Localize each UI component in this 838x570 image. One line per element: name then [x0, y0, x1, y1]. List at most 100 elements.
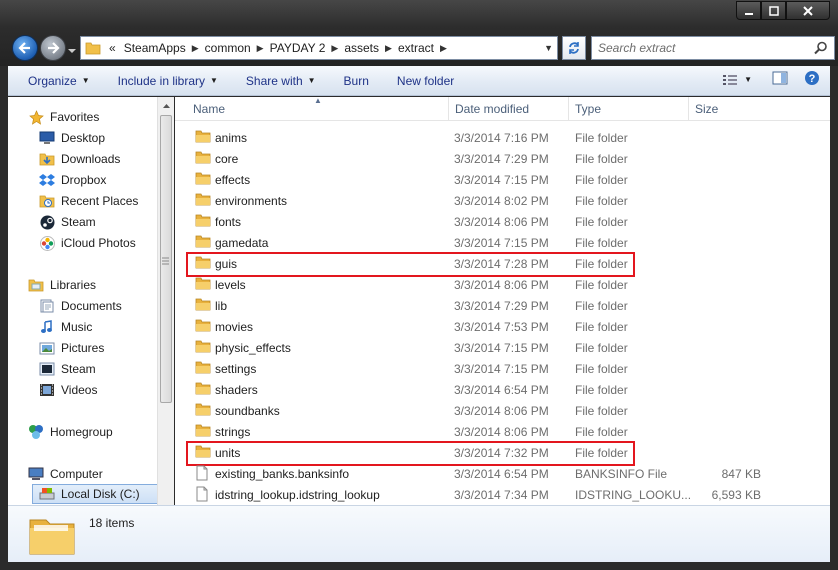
file-type: File folder [575, 214, 628, 229]
item-count: 18 items [89, 516, 135, 530]
file-type: File folder [575, 361, 628, 376]
file-name: units [215, 445, 241, 460]
star-icon [28, 109, 44, 125]
nav-item-local-disk[interactable]: Local Disk (C:) [32, 484, 157, 504]
nav-item-music[interactable]: Music [39, 317, 92, 337]
file-row[interactable]: guis 3/3/2014 7:28 PM File folder [187, 253, 797, 274]
nav-favorites[interactable]: Favorites [28, 107, 99, 127]
share-with-menu[interactable]: Share with ▼ [232, 66, 330, 96]
column-header-type[interactable]: Type [569, 97, 689, 121]
breadcrumb-separator[interactable]: ▶ [383, 43, 394, 54]
burn-button[interactable]: Burn [330, 66, 383, 96]
details-pane: 18 items [8, 505, 830, 562]
column-header-date-modified[interactable]: Date modified [449, 97, 569, 121]
breadcrumb-extract[interactable]: extract [394, 41, 438, 55]
chevron-down-icon [68, 49, 76, 53]
folder-icon [195, 234, 211, 251]
file-row[interactable]: fonts 3/3/2014 8:06 PM File folder [187, 211, 797, 232]
file-row[interactable]: core 3/3/2014 7:29 PM File folder [187, 148, 797, 169]
file-row[interactable]: idstring_lookup.idstring_lookup 3/3/2014 … [187, 484, 797, 505]
nav-item-documents[interactable]: Documents [39, 296, 122, 316]
file-type: File folder [575, 235, 628, 250]
organize-menu[interactable]: Organize ▼ [14, 66, 104, 96]
file-type: File folder [575, 382, 628, 397]
file-row[interactable]: settings 3/3/2014 7:15 PM File folder [187, 358, 797, 379]
file-row[interactable]: physic_effects 3/3/2014 7:15 PM File folde… [187, 337, 797, 358]
recent-pages-button[interactable] [68, 44, 76, 53]
nav-item-desktop[interactable]: Desktop [39, 128, 105, 148]
include-in-library-menu[interactable]: Include in library ▼ [104, 66, 232, 96]
search-box[interactable] [591, 36, 835, 60]
preview-pane-button[interactable] [772, 71, 788, 88]
nav-computer[interactable]: Computer [28, 464, 103, 484]
close-button[interactable] [786, 1, 830, 20]
file-row[interactable]: levels 3/3/2014 8:06 PM File folder [187, 274, 797, 295]
folder-icon [195, 297, 211, 314]
file-type: File folder [575, 340, 628, 355]
file-row[interactable]: movies 3/3/2014 7:53 PM File folder [187, 316, 797, 337]
new-folder-button[interactable]: New folder [383, 66, 468, 96]
file-row[interactable]: effects 3/3/2014 7:15 PM File folder [187, 169, 797, 190]
homegroup-icon [28, 424, 44, 440]
file-size: 6,593 KB [711, 487, 761, 502]
file-type: BANKSINFO File [575, 466, 668, 481]
nav-item-videos[interactable]: Videos [39, 380, 97, 400]
breadcrumb-steamapps[interactable]: SteamApps [120, 41, 190, 55]
file-row[interactable]: shaders 3/3/2014 6:54 PM File folder [187, 379, 797, 400]
pictures-icon [39, 340, 55, 356]
breadcrumb-separator[interactable]: ▶ [255, 43, 266, 54]
file-row[interactable]: gamedata 3/3/2014 7:15 PM File folder [187, 232, 797, 253]
file-row[interactable]: lib 3/3/2014 7:29 PM File folder [187, 295, 797, 316]
nav-item-downloads[interactable]: Downloads [39, 149, 120, 169]
nav-item-pictures[interactable]: Pictures [39, 338, 104, 358]
change-view-button[interactable]: ▼ [722, 73, 752, 87]
forward-button[interactable] [40, 35, 66, 61]
help-button[interactable]: ? [804, 70, 820, 89]
address-bar[interactable]: « SteamApps ▶ common ▶ PAYDAY 2 ▶ assets… [80, 36, 558, 60]
nav-item-recent-places[interactable]: Recent Places [39, 191, 138, 211]
file-date-modified: 3/3/2014 7:16 PM [454, 130, 549, 145]
breadcrumb-overflow[interactable]: « [105, 41, 120, 55]
search-input[interactable] [598, 41, 808, 55]
file-row[interactable]: soundbanks 3/3/2014 8:06 PM File folder [187, 400, 797, 421]
nav-homegroup[interactable]: Homegroup [28, 422, 113, 442]
minimize-button[interactable] [736, 1, 761, 20]
folder-icon [85, 42, 101, 55]
nav-item-icloud-photos[interactable]: iCloud Photos [39, 233, 136, 253]
breadcrumb-separator[interactable]: ▶ [438, 43, 449, 54]
column-header-name[interactable]: Name [187, 97, 449, 121]
breadcrumb-payday2[interactable]: PAYDAY 2 [266, 41, 330, 55]
nav-libraries[interactable]: Libraries [28, 275, 96, 295]
toolbar-right: ▼ ? [722, 70, 820, 89]
nav-item-dropbox[interactable]: Dropbox [39, 170, 106, 190]
file-type: File folder [575, 193, 628, 208]
breadcrumb-common[interactable]: common [201, 41, 255, 55]
address-dropdown-button[interactable]: ▼ [544, 43, 553, 53]
column-name-label: Name [193, 102, 226, 116]
file-row[interactable]: units 3/3/2014 7:32 PM File folder [187, 442, 797, 463]
file-type: File folder [575, 424, 628, 439]
search-icon[interactable] [814, 41, 828, 55]
scroll-up-icon[interactable] [158, 99, 175, 113]
file-type: File folder [575, 151, 628, 166]
file-date-modified: 3/3/2014 6:54 PM [454, 466, 549, 481]
nav-item-label: Videos [61, 383, 98, 397]
back-button[interactable] [12, 35, 38, 61]
maximize-button[interactable] [761, 1, 786, 20]
breadcrumb-assets[interactable]: assets [340, 41, 383, 55]
file-row[interactable]: strings 3/3/2014 8:06 PM File folder [187, 421, 797, 442]
breadcrumb-separator[interactable]: ▶ [329, 43, 340, 54]
refresh-button[interactable] [562, 36, 586, 60]
file-icon [195, 486, 209, 505]
file-row[interactable]: existing_banks.banksinfo 3/3/2014 6:54 PM… [187, 463, 797, 484]
navigation-pane: Favorites Desktop Downloads Dropbox Rece… [8, 97, 157, 505]
column-header-size[interactable]: Size [689, 97, 769, 121]
navigation-scrollbar[interactable] [157, 97, 174, 505]
file-row[interactable]: anims 3/3/2014 7:16 PM File folder [187, 127, 797, 148]
nav-item-steam-library[interactable]: Steam [39, 359, 96, 379]
breadcrumb-separator[interactable]: ▶ [190, 43, 201, 54]
file-row[interactable]: environments 3/3/2014 8:02 PM File folder [187, 190, 797, 211]
nav-item-steam[interactable]: Steam [39, 212, 96, 232]
folder-icon [195, 339, 211, 356]
file-name: strings [215, 424, 251, 439]
